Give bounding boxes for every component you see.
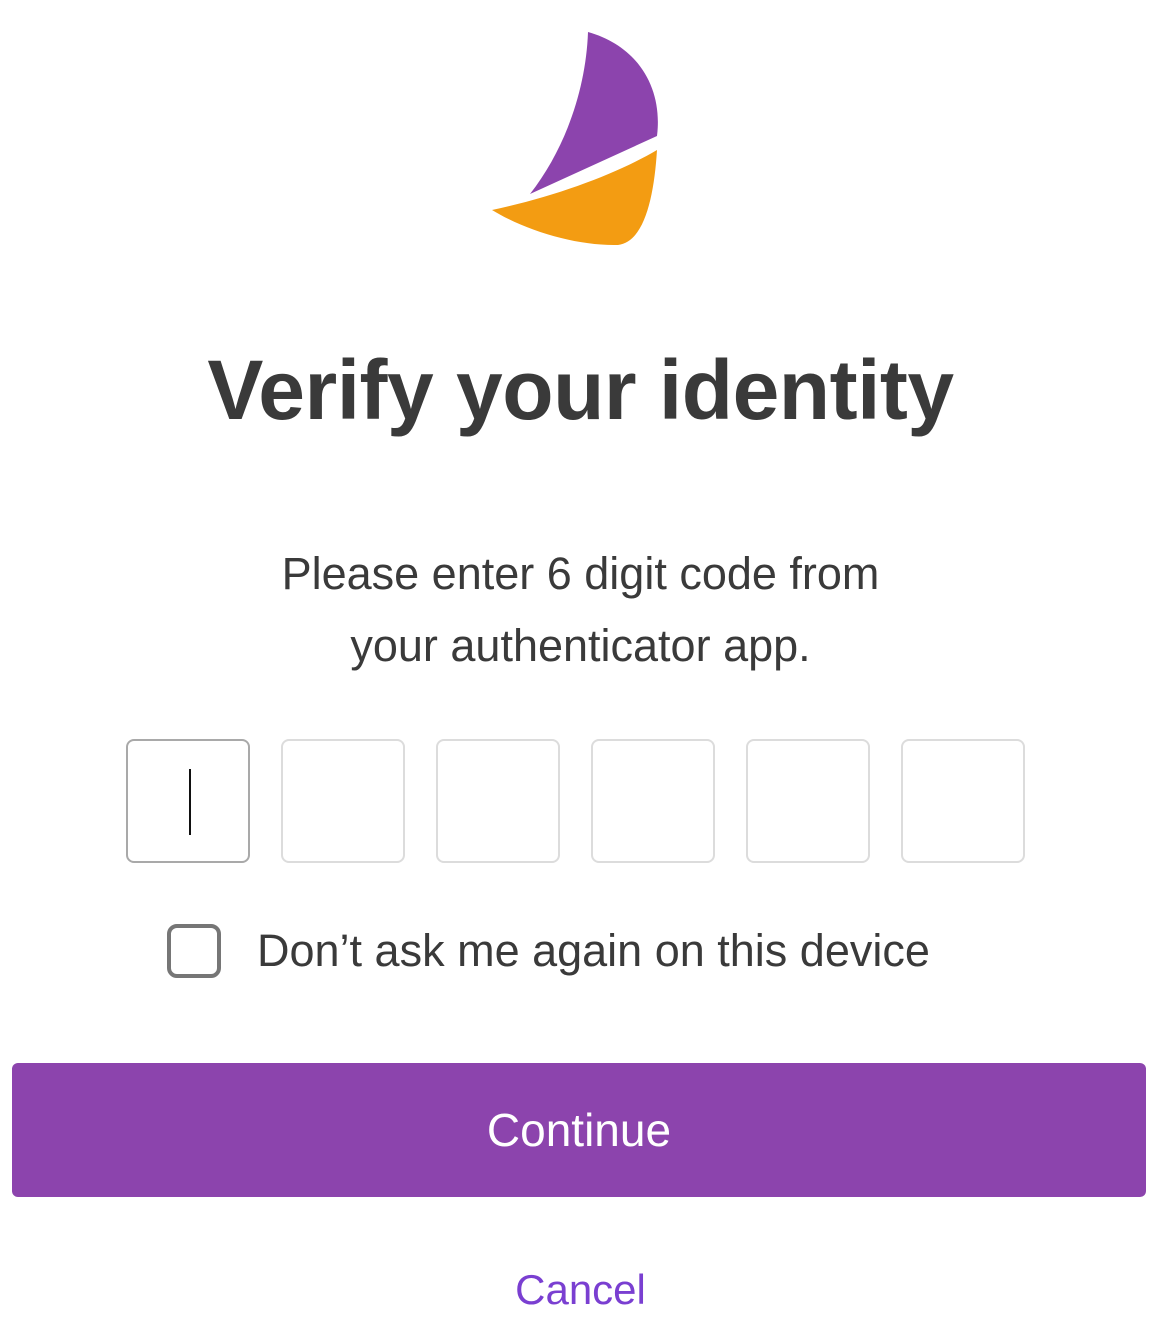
instructions-line-2: your authenticator app. xyxy=(350,620,811,671)
otp-digit-6[interactable] xyxy=(901,739,1025,863)
otp-digit-4[interactable] xyxy=(591,739,715,863)
otp-code-input xyxy=(126,739,1025,865)
sailboat-logo-icon xyxy=(488,28,664,250)
otp-digit-2[interactable] xyxy=(281,739,405,863)
instructions-line-1: Please enter 6 digit code from xyxy=(281,548,880,599)
instructions-text: Please enter 6 digit code from your auth… xyxy=(0,538,1161,682)
otp-digit-1[interactable] xyxy=(126,739,250,863)
otp-digit-3[interactable] xyxy=(436,739,560,863)
remember-device-label[interactable]: Don’t ask me again on this device xyxy=(257,925,930,977)
continue-button[interactable]: Continue xyxy=(12,1063,1146,1197)
remember-device-checkbox[interactable] xyxy=(167,924,221,978)
otp-digit-5[interactable] xyxy=(746,739,870,863)
page-title: Verify your identity xyxy=(207,343,954,437)
remember-device-option[interactable]: Don’t ask me again on this device xyxy=(167,924,930,978)
text-cursor xyxy=(189,769,191,835)
cancel-link[interactable]: Cancel xyxy=(0,1262,1161,1318)
